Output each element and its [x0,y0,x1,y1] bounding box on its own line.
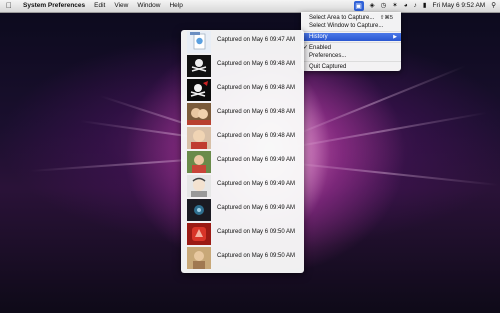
menu-app-name[interactable]: System Preferences [23,0,85,12]
history-item-label: Captured on May 6 09:49 AM [217,205,296,211]
menu-item-label: History [309,34,328,40]
menu-item-enabled[interactable]: ✓ Enabled [301,44,401,52]
pirate-flag-thumb [187,55,211,77]
history-item[interactable]: Captured on May 6 09:50 AM [181,222,304,246]
history-item[interactable]: Captured on May 6 09:49 AM [181,174,304,198]
menu-view[interactable]: View [114,0,128,12]
document-icon-thumb [187,31,211,53]
red-app-icon-thumb [187,223,211,245]
history-item-label: Captured on May 6 09:49 AM [217,157,296,163]
capture-app-icon[interactable]: ▣ [353,1,364,11]
menu-item-shortcut: ⇧⌘5 [379,15,393,21]
bluetooth-icon[interactable]: ✶ [392,0,397,12]
menu-clock[interactable]: Fri May 6 9:52 AM [432,0,485,12]
history-item-label: Captured on May 6 09:48 AM [217,85,296,91]
history-item[interactable]: Captured on May 6 09:48 AM [181,126,304,150]
menu-item-quit[interactable]: Quit Captured [301,63,401,71]
spotlight-icon[interactable]: ⚲ [491,0,496,12]
pirate-flag-thumb [187,79,211,101]
menu-item-label: Enabled [309,45,332,51]
volume-icon[interactable]: ♪ [414,0,417,12]
menu-item-label: Preferences... [309,53,347,59]
history-item[interactable]: Captured on May 6 09:48 AM [181,54,304,78]
menu-separator [301,61,401,62]
history-item-label: Captured on May 6 09:48 AM [217,61,296,67]
menu-window[interactable]: Window [137,0,160,12]
menu-item-label: Select Window to Capture... [309,23,384,29]
menu-separator [301,42,401,43]
menu-bar:  System Preferences Edit View Window He… [0,0,500,13]
history-item-label: Captured on May 6 09:50 AM [217,229,296,235]
person-photo-thumb [187,151,211,173]
history-submenu: Captured on May 6 09:47 AM Captured on M… [181,30,304,273]
portrait-photo-thumb [187,247,211,269]
wifi-icon[interactable]: ◕ [404,0,408,12]
dropbox-icon[interactable]: ◈ [370,0,375,12]
person-photo-thumb [187,175,211,197]
menu-item-select-area[interactable]: Select Area to Capture... ⇧⌘5 [301,14,401,22]
menu-item-label: Select Area to Capture... [309,15,375,21]
apple-menu-icon[interactable]:  [6,0,16,12]
timemachine-icon[interactable]: ◷ [381,0,387,12]
person-photo-thumb [187,103,211,125]
menu-item-label: Quit Captured [309,64,347,70]
history-item-label: Captured on May 6 09:49 AM [217,181,296,187]
history-item[interactable]: Captured on May 6 09:50 AM [181,246,304,270]
menu-separator [301,31,401,32]
history-item[interactable]: Captured on May 6 09:48 AM [181,78,304,102]
history-item[interactable]: Captured on May 6 09:49 AM [181,198,304,222]
history-item-label: Captured on May 6 09:47 AM [217,37,296,43]
menu-item-select-window[interactable]: Select Window to Capture... [301,22,401,30]
history-item[interactable]: Captured on May 6 09:47 AM [181,30,304,54]
menu-item-preferences[interactable]: Preferences... [301,52,401,60]
menu-item-history[interactable]: History ▶ [301,33,401,41]
history-item[interactable]: Captured on May 6 09:48 AM [181,102,304,126]
battery-icon[interactable]: ▮ [423,0,427,12]
history-item-label: Captured on May 6 09:48 AM [217,133,296,139]
menu-edit[interactable]: Edit [94,0,105,12]
status-area: ▣ ◈ ◷ ✶ ◕ ♪ ▮ Fri May 6 9:52 AM ⚲ [353,0,496,12]
history-item-label: Captured on May 6 09:48 AM [217,109,296,115]
history-item-label: Captured on May 6 09:50 AM [217,253,296,259]
capture-menu: Select Area to Capture... ⇧⌘5 Select Win… [301,12,401,71]
history-item[interactable]: Captured on May 6 09:49 AM [181,150,304,174]
submenu-arrow-icon: ▶ [393,34,397,40]
menu-help[interactable]: Help [169,0,182,12]
person-photo-thumb [187,127,211,149]
dark-icon-thumb [187,199,211,221]
